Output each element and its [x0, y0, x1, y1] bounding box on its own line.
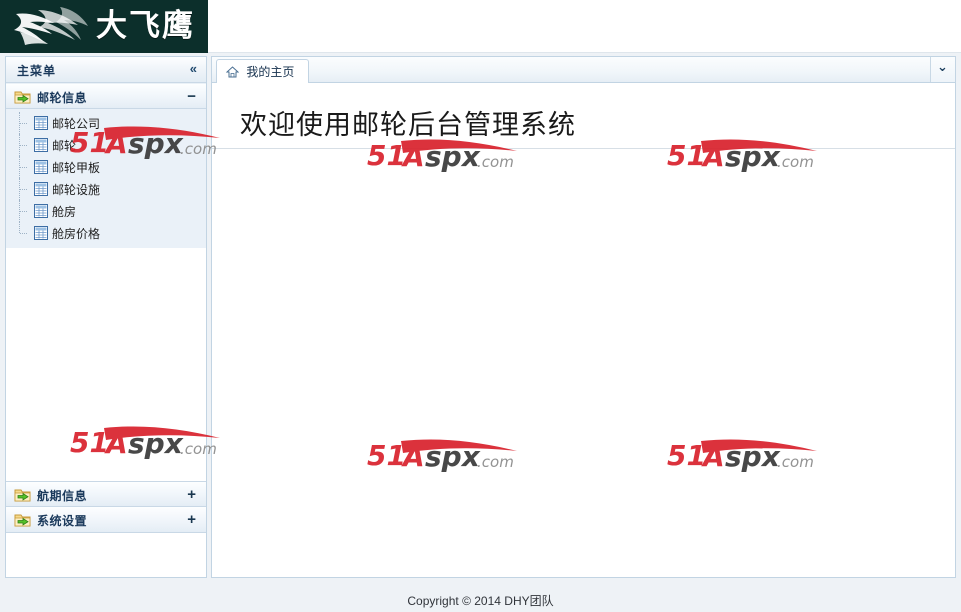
tree-line [19, 222, 20, 233]
accordion-header-cruise-info[interactable]: 邮轮信息 − [6, 83, 206, 109]
svg-text:spx: spx [425, 440, 481, 473]
tree-dash [20, 123, 27, 124]
home-icon [226, 66, 239, 78]
svg-text:A: A [701, 140, 725, 173]
svg-text:51: 51 [367, 139, 406, 172]
accordion-label: 邮轮信息 [37, 91, 88, 105]
svg-text:spx: spx [725, 140, 781, 173]
logo-area: 大飞鹰 [0, 0, 208, 53]
sidebar-tree: 邮轮公司 邮轮 邮轮甲板 邮轮设施 舱房 舱房价格 [6, 109, 206, 248]
svg-text:.com: .com [477, 453, 514, 471]
sidebar-item-cruise[interactable]: 邮轮 [6, 134, 206, 156]
sidebar-item-cruise-deck[interactable]: 邮轮甲板 [6, 156, 206, 178]
accordion-label: 航期信息 [37, 489, 88, 503]
tree-dash [20, 145, 27, 146]
grid-table-icon [34, 160, 48, 174]
sidebar-item-label: 舱房 [52, 205, 77, 219]
folder-arrow-icon [14, 91, 31, 104]
sidebar-empty-space [6, 248, 206, 481]
accordion-group-cruise-info: 邮轮信息 − 邮轮公司 邮轮 邮轮甲板 邮轮设施 舱房 舱房价格 [6, 83, 206, 248]
application-root: 大飞鹰 主菜单 « 邮轮信息 − 邮轮公司 邮轮 邮轮甲板 邮轮设施 舱房 舱房… [0, 0, 961, 612]
folder-arrow-icon [14, 514, 31, 527]
svg-text:A: A [401, 440, 425, 473]
tab-bar: 我的主页 ⌄ [211, 56, 956, 84]
tab-my-homepage[interactable]: 我的主页 [216, 59, 310, 84]
sidebar-item-label: 邮轮公司 [52, 117, 101, 131]
sidebar-item-label: 邮轮 [52, 139, 77, 153]
tree-dash [20, 189, 27, 190]
accordion-label: 系统设置 [37, 514, 88, 528]
main-layout: 主菜单 « 邮轮信息 − 邮轮公司 邮轮 邮轮甲板 邮轮设施 舱房 舱房价格 航… [0, 53, 961, 581]
watermark-51aspx: 51 A spx .com [667, 139, 817, 173]
eagle-logo-icon [14, 7, 88, 45]
sidebar-item-cruise-company[interactable]: 邮轮公司 [6, 112, 206, 134]
sidebar-item-label: 邮轮设施 [52, 183, 101, 197]
logo-text: 大飞鹰 [96, 8, 195, 44]
tab-label: 我的主页 [246, 65, 295, 79]
content-area: 欢迎使用邮轮后台管理系统 51 A spx .com 51 A spx .com [211, 83, 956, 578]
accordion-header-system-settings[interactable]: 系统设置 + [6, 507, 206, 533]
sidebar-title: 主菜单 [17, 64, 57, 78]
app-banner: 大飞鹰 [0, 0, 961, 53]
accordion-toggle-icon[interactable]: − [187, 87, 196, 107]
svg-text:A: A [401, 140, 425, 173]
tree-dash [20, 233, 27, 234]
svg-text:A: A [701, 440, 725, 473]
accordion-toggle-icon[interactable]: + [187, 485, 196, 505]
svg-text:51: 51 [667, 439, 706, 472]
watermark-51aspx: 51 A spx .com [367, 439, 517, 473]
tree-dash [20, 211, 27, 212]
svg-text:spx: spx [425, 140, 481, 173]
watermark-51aspx: 51 A spx .com [667, 439, 817, 473]
content-divider [212, 148, 955, 149]
svg-text:.com: .com [777, 153, 814, 171]
sidebar-item-cabin[interactable]: 舱房 [6, 200, 206, 222]
grid-table-icon [34, 226, 48, 240]
accordion-header-schedule-info[interactable]: 航期信息 + [6, 481, 206, 507]
accordion-toggle-icon[interactable]: + [187, 510, 196, 530]
svg-text:51: 51 [667, 139, 706, 172]
welcome-title: 欢迎使用邮轮后台管理系统 [240, 110, 576, 141]
grid-table-icon [34, 204, 48, 218]
svg-text:.com: .com [777, 453, 814, 471]
sidebar-header: 主菜单 « [6, 57, 206, 83]
svg-text:51: 51 [367, 439, 406, 472]
grid-table-icon [34, 138, 48, 152]
grid-table-icon [34, 182, 48, 196]
folder-arrow-icon [14, 489, 31, 502]
copyright-text: Copyright © 2014 DHY团队 [407, 594, 554, 608]
main-panel: 我的主页 ⌄ 欢迎使用邮轮后台管理系统 51 A spx .com 51 A s… [211, 56, 956, 578]
svg-text:.com: .com [477, 153, 514, 171]
sidebar-item-label: 舱房价格 [52, 227, 101, 241]
sidebar-item-cruise-facility[interactable]: 邮轮设施 [6, 178, 206, 200]
page-footer: Copyright © 2014 DHY团队 [0, 581, 961, 612]
sidebar: 主菜单 « 邮轮信息 − 邮轮公司 邮轮 邮轮甲板 邮轮设施 舱房 舱房价格 航… [5, 56, 207, 578]
sidebar-item-cabin-price[interactable]: 舱房价格 [6, 222, 206, 244]
svg-text:spx: spx [725, 440, 781, 473]
sidebar-item-label: 邮轮甲板 [52, 161, 101, 175]
grid-table-icon [34, 116, 48, 130]
double-chevron-down-icon: ⌄ [937, 59, 948, 74]
collapse-sidebar-icon[interactable]: « [190, 61, 197, 77]
tree-dash [20, 167, 27, 168]
tab-list-dropdown-button[interactable]: ⌄ [930, 57, 955, 82]
